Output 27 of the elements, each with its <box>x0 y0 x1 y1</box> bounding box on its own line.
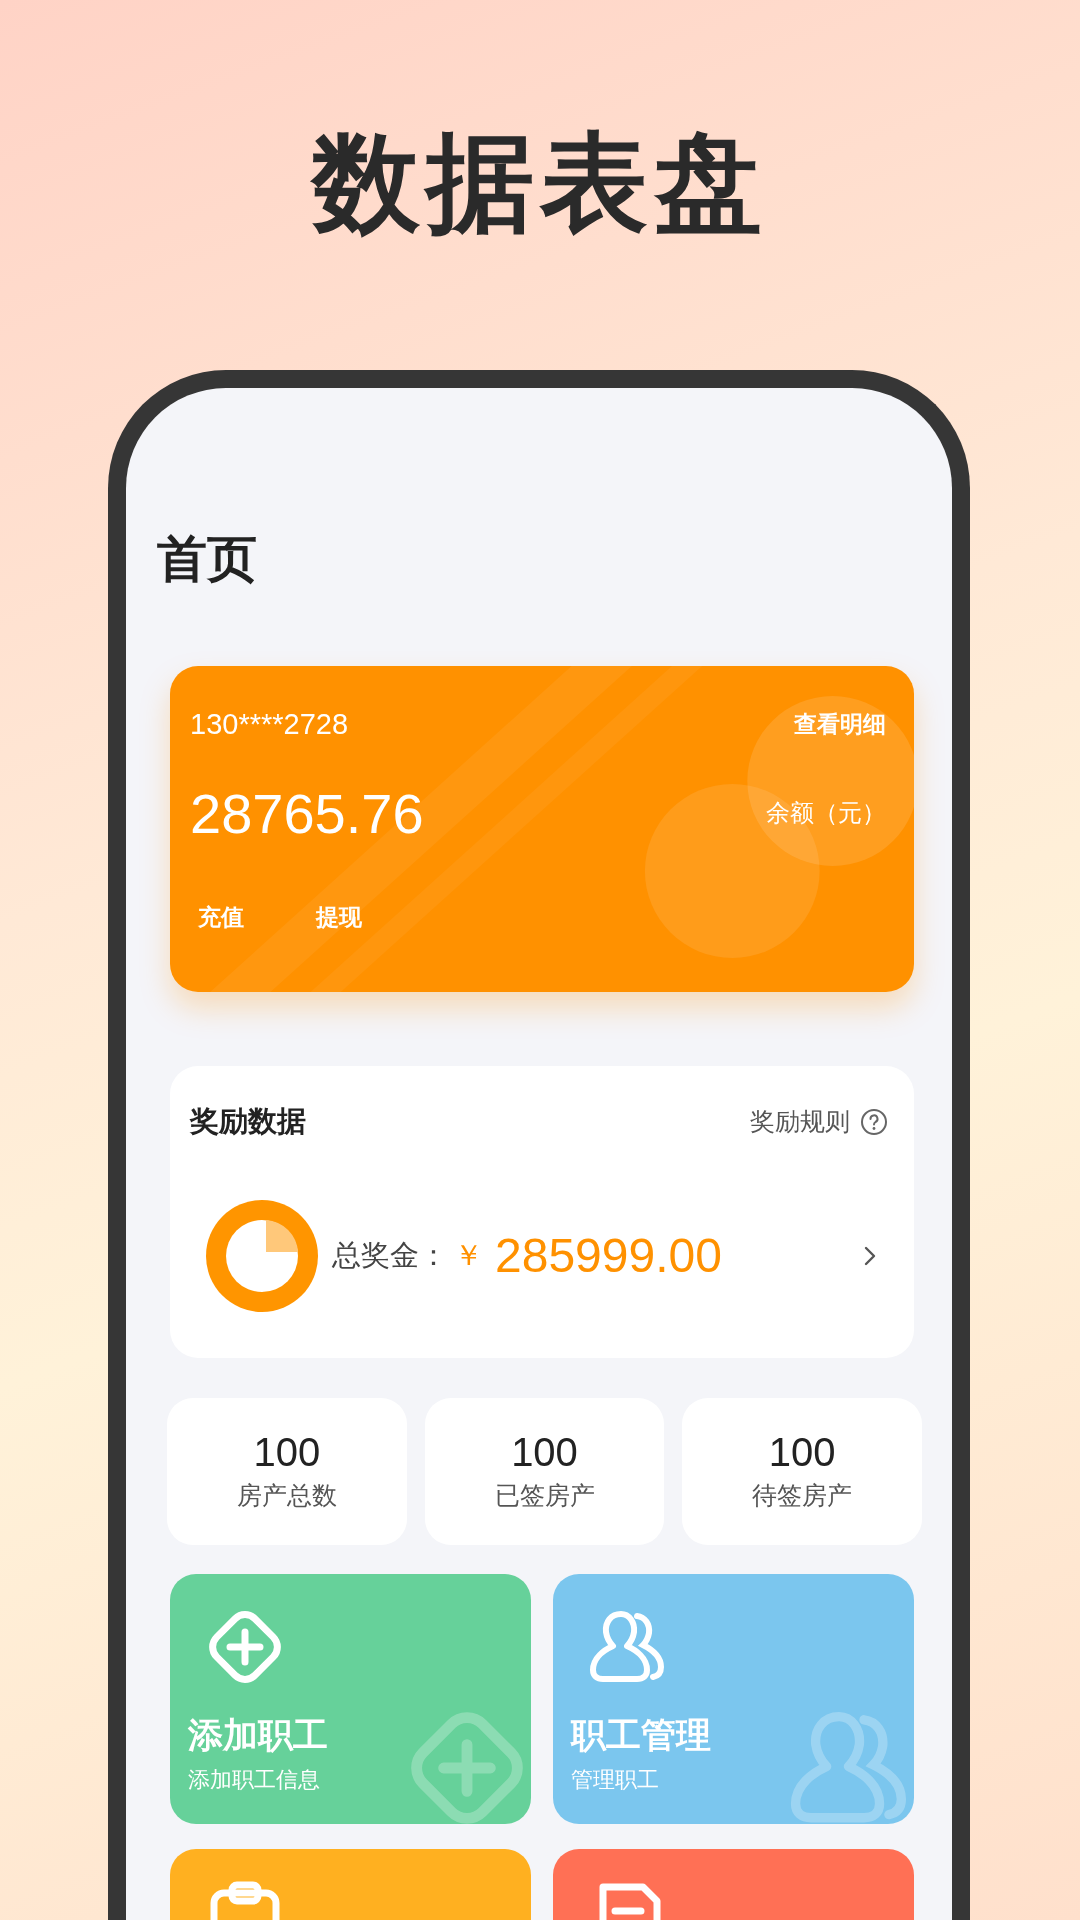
feature-tile[interactable]: 添加职工 添加职工信息 <box>170 1573 531 1824</box>
total-amount: 285999.00 <box>495 1228 722 1284</box>
reward-title: 奖励数据 <box>190 1102 306 1140</box>
help-icon[interactable] <box>860 1107 888 1136</box>
currency-symbol: ￥ <box>454 1236 483 1274</box>
tile-subtitle: 添加职工信息 <box>188 1765 320 1794</box>
stat-value: 100 <box>511 1430 578 1476</box>
total-label: 总奖金： <box>332 1236 448 1274</box>
rules-link[interactable]: 奖励规则 <box>750 1105 850 1139</box>
phone-number: 130****2728 <box>190 707 349 741</box>
stat-value: 100 <box>253 1430 321 1476</box>
page-title: 数据表盘 <box>309 119 769 247</box>
balance-label: 余额（元） <box>766 798 886 830</box>
tile-title: 添加职工 <box>188 1713 328 1757</box>
action-button[interactable]: 充值 <box>198 901 244 933</box>
pie-chart-icon <box>204 1197 320 1314</box>
action-button[interactable]: 提现 <box>316 901 362 933</box>
stat-label: 已签房产 <box>494 1480 595 1513</box>
stat-value: 100 <box>768 1430 836 1476</box>
balance-amount: 28765.76 <box>190 780 424 846</box>
feature-tile[interactable]: 职工管理 管理职工 <box>553 1573 914 1824</box>
details-link[interactable]: 查看明细 <box>794 708 886 740</box>
stat-label: 待签房产 <box>752 1480 853 1513</box>
stat-label: 房产总数 <box>236 1480 337 1513</box>
tile-title: 职工管理 <box>571 1713 711 1757</box>
screen-title: 首页 <box>157 528 257 590</box>
tile-subtitle: 管理职工 <box>571 1765 659 1794</box>
